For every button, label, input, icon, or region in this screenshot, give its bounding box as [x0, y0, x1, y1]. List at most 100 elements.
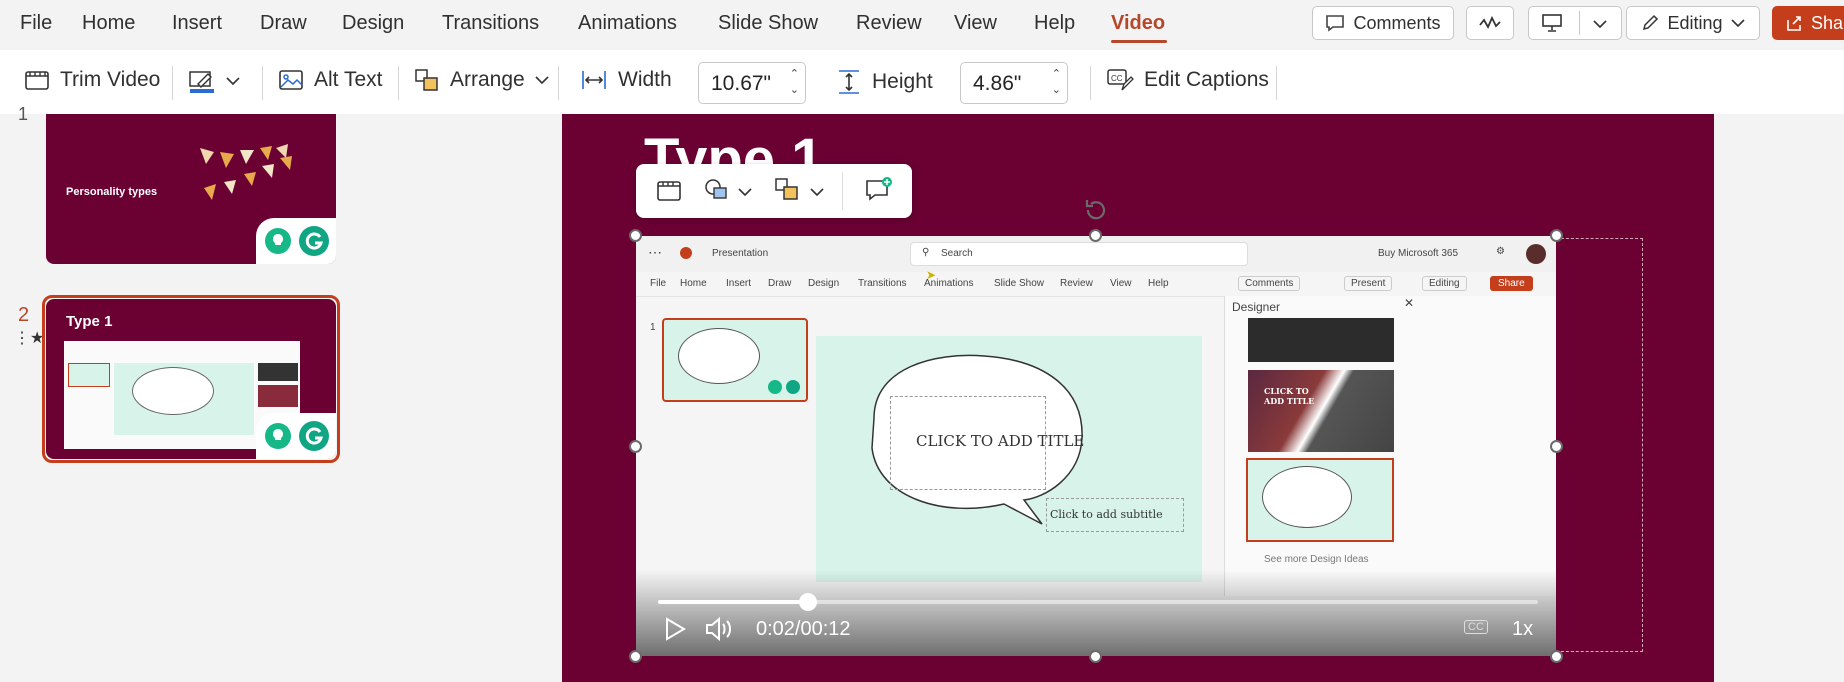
menu-insert[interactable]: Insert — [172, 12, 222, 35]
height-spinner[interactable]: 4.86" ⌃ ⌄ — [960, 62, 1068, 104]
inner-menu-item: Help — [1148, 278, 1169, 289]
menu-design[interactable]: Design — [342, 12, 404, 35]
width-spinner[interactable]: 10.67" ⌃ ⌄ — [698, 62, 806, 104]
inner-menu-item: Review — [1060, 278, 1093, 289]
width-icon — [582, 71, 606, 89]
activity-icon — [1479, 16, 1501, 29]
alt-text-label: Alt Text — [314, 68, 383, 91]
resize-handle-left[interactable] — [629, 440, 642, 453]
trim-video-label: Trim Video — [60, 68, 161, 91]
share-icon — [1787, 16, 1801, 31]
animation-star-icon: ⋮★ — [14, 330, 45, 347]
present-button[interactable] — [1528, 6, 1622, 40]
menu-review[interactable]: Review — [856, 12, 922, 35]
inner-menu-item: Insert — [726, 278, 752, 289]
menu-transitions[interactable]: Transitions — [442, 12, 539, 35]
trim-video-button[interactable]: Trim Video — [24, 68, 160, 92]
chevron-down-icon[interactable] — [738, 187, 752, 197]
inner-comments: Comments — [1238, 276, 1301, 291]
rotate-handle-icon[interactable] — [1082, 196, 1110, 224]
seek-thumb[interactable] — [798, 593, 817, 611]
time-display: 0:02/00:12 — [756, 618, 851, 640]
cursor-icon: ➤ — [926, 268, 937, 282]
playback-speed[interactable]: 1x — [1512, 618, 1533, 641]
height-label-group: Height — [836, 68, 933, 96]
captions-toggle[interactable]: CC — [1464, 620, 1488, 634]
edit-captions-button[interactable]: CC Edit Captions — [1106, 68, 1269, 92]
trim-icon[interactable] — [656, 178, 684, 204]
search-icon: ⚲ — [922, 247, 930, 258]
inner-designer-title: Designer — [1232, 300, 1281, 314]
comment-icon — [1326, 15, 1345, 32]
resize-handle-bottom-right[interactable] — [1550, 650, 1563, 663]
inner-menu-item: Transitions — [858, 278, 907, 289]
resize-handle-top-right[interactable] — [1550, 229, 1563, 242]
slide-thumbnail-1[interactable]: Personality types — [46, 114, 336, 264]
edit-captions-label: Edit Captions — [1144, 68, 1269, 91]
chevron-down-icon[interactable] — [810, 187, 824, 197]
editing-mode-button[interactable]: Editing — [1626, 6, 1760, 40]
seek-progress — [658, 600, 808, 604]
arrange-label: Arrange — [450, 68, 525, 91]
gear-icon: ⚙ — [1496, 246, 1505, 257]
bulb-icon — [265, 423, 291, 449]
menu-slide-show[interactable]: Slide Show — [718, 12, 818, 35]
menu-video[interactable]: Video — [1111, 12, 1165, 35]
spin-up-icon[interactable]: ⌃ — [1052, 67, 1061, 80]
slide-number-2: 2 — [18, 304, 30, 326]
arrange-icon[interactable] — [774, 177, 802, 205]
menu-help[interactable]: Help — [1034, 12, 1075, 35]
floating-toolbar — [636, 164, 912, 218]
video-style-button[interactable] — [188, 68, 240, 94]
height-label: Height — [872, 70, 933, 93]
comments-button[interactable]: Comments — [1312, 6, 1454, 40]
inner-menu-item: Slide Show — [994, 278, 1045, 289]
film-icon — [25, 71, 49, 90]
volume-icon[interactable] — [704, 616, 734, 642]
video-ribbon: Trim Video Alt Text Arrange Width 10.67"… — [0, 50, 1844, 115]
design-card-title: CLICK TO ADD TITLE — [1264, 386, 1315, 406]
inner-menu-item: File — [650, 278, 667, 289]
chevron-down-icon — [535, 76, 549, 85]
shape-style-icon[interactable] — [702, 176, 734, 206]
alt-text-button[interactable]: Alt Text — [278, 68, 382, 92]
inner-app-name: Presentation — [712, 248, 769, 259]
spin-down-icon[interactable]: ⌄ — [1052, 83, 1061, 96]
resize-handle-bottom[interactable] — [1089, 650, 1102, 663]
powerpoint-icon — [680, 247, 692, 259]
resize-handle-top[interactable] — [1089, 229, 1102, 242]
active-tab-indicator — [1111, 40, 1167, 43]
height-icon — [839, 70, 859, 94]
menu-home[interactable]: Home — [82, 12, 135, 35]
slide-thumbnail-2[interactable]: Type 1 — [46, 299, 336, 459]
spin-up-icon[interactable]: ⌃ — [790, 67, 799, 80]
image-alt-icon — [279, 70, 303, 90]
new-comment-icon[interactable] — [864, 176, 894, 204]
play-icon[interactable] — [662, 616, 688, 642]
seek-bar[interactable] — [658, 593, 1538, 611]
width-value[interactable]: 10.67" — [711, 72, 771, 96]
spin-down-icon[interactable]: ⌄ — [790, 83, 799, 96]
inner-slide-number: 1 — [650, 322, 656, 333]
inner-menu-item: View — [1110, 278, 1132, 289]
grammarly-icon — [299, 421, 329, 451]
pencil-icon — [1643, 14, 1659, 31]
arrange-button[interactable]: Arrange — [414, 68, 549, 92]
svg-text:CC: CC — [1111, 74, 1123, 83]
share-button[interactable]: Sha — [1772, 6, 1844, 40]
menu-draw[interactable]: Draw — [260, 12, 307, 35]
resize-handle-top-left[interactable] — [629, 229, 642, 242]
bulb-icon — [265, 228, 291, 254]
menu-file[interactable]: File — [20, 12, 52, 35]
activity-button[interactable] — [1466, 6, 1514, 40]
chevron-down-icon[interactable] — [1593, 19, 1607, 29]
inner-click-subtitle: Click to add subtitle — [1050, 508, 1163, 521]
resize-handle-right[interactable] — [1550, 440, 1563, 453]
resize-handle-bottom-left[interactable] — [629, 650, 642, 663]
menu-animations[interactable]: Animations — [578, 12, 677, 35]
height-value[interactable]: 4.86" — [973, 72, 1021, 96]
width-label: Width — [618, 68, 672, 91]
inner-slide: CLICK TO ADD TITLE Click to add subtitle — [816, 336, 1202, 582]
share-label: Sha — [1811, 12, 1844, 33]
menu-view[interactable]: View — [954, 12, 997, 35]
